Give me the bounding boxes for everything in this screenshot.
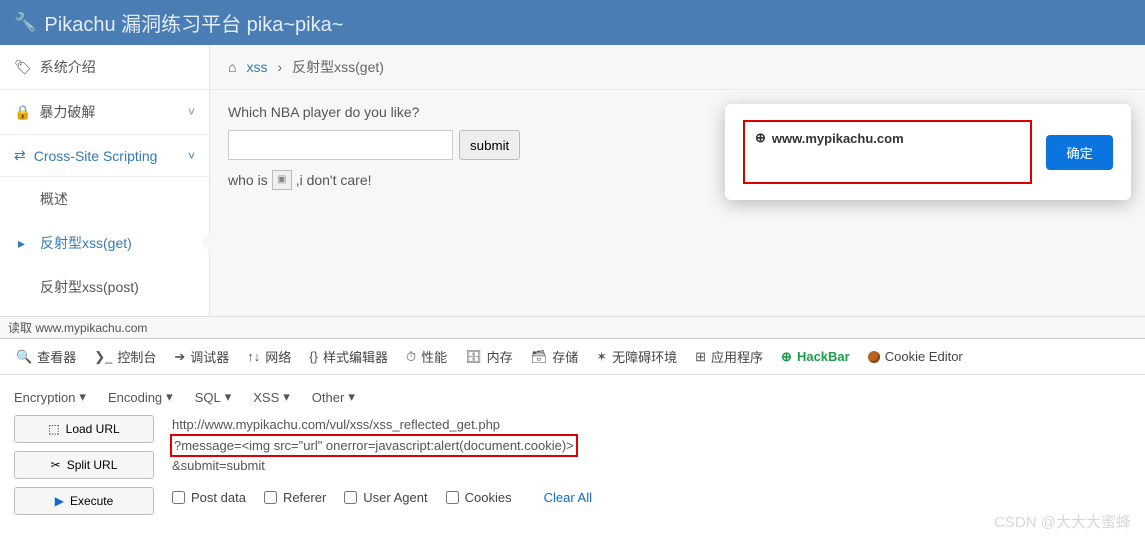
check-useragent[interactable]: User Agent bbox=[344, 490, 427, 505]
load-url-button[interactable]: ⬚Load URL bbox=[14, 415, 154, 443]
inspector-icon: 🔍 bbox=[16, 349, 32, 365]
tab-application[interactable]: ⊞应用程序 bbox=[687, 343, 771, 370]
split-icon: ✂ bbox=[51, 458, 61, 472]
caret-icon: ▾ bbox=[79, 389, 86, 405]
sidebar-sub-overview[interactable]: 概述 bbox=[0, 177, 209, 221]
sidebar-sub-reflected-post[interactable]: 反射型xss(post) bbox=[0, 265, 209, 309]
menu-encryption[interactable]: Encryption ▾ bbox=[14, 389, 86, 405]
url-line-3: &submit=submit bbox=[172, 456, 1131, 476]
sidebar: 🏷系统介绍 🔒暴力破解 ˅ ⇄Cross-Site Scripting ˅ 概述… bbox=[0, 45, 210, 316]
app-icon: ⊞ bbox=[695, 349, 706, 365]
tag-icon: 🏷 bbox=[14, 59, 32, 76]
clear-all-link[interactable]: Clear All bbox=[544, 490, 592, 505]
url-line-1: http://www.mypikachu.com/vul/xss/xss_ref… bbox=[172, 415, 1131, 435]
tab-debugger[interactable]: ➔调试器 bbox=[166, 343, 237, 370]
tab-inspector[interactable]: 🔍查看器 bbox=[8, 343, 84, 370]
alert-message-box: ⊕ www.mypikachu.com bbox=[743, 120, 1032, 184]
style-icon: {} bbox=[309, 349, 318, 364]
cookie-icon bbox=[868, 351, 880, 363]
breadcrumb: ⌂ xss › 反射型xss(get) bbox=[210, 45, 1145, 90]
broken-image-icon: ▣ bbox=[272, 170, 292, 190]
home-icon[interactable]: ⌂ bbox=[228, 59, 236, 75]
sidebar-item-xss[interactable]: ⇄Cross-Site Scripting ˅ bbox=[0, 135, 209, 177]
check-referer[interactable]: Referer bbox=[264, 490, 326, 505]
hackbar-panel: Encryption ▾ Encoding ▾ SQL ▾ XSS ▾ Othe… bbox=[0, 375, 1145, 525]
perf-icon: ⏱ bbox=[406, 349, 416, 365]
sidebar-item-bruteforce[interactable]: 🔒暴力破解 ˅ bbox=[0, 90, 209, 135]
split-url-button[interactable]: ✂Split URL bbox=[14, 451, 154, 479]
tab-cookie-editor[interactable]: Cookie Editor bbox=[860, 345, 971, 368]
xss-icon: ⇄ bbox=[14, 147, 26, 164]
devtools-tabbar: 🔍查看器 ❯_控制台 ➔调试器 ↑↓网络 {}样式编辑器 ⏱性能 🗄内存 🗃存储… bbox=[0, 339, 1145, 375]
breadcrumb-sep: › bbox=[277, 59, 282, 75]
breadcrumb-current: 反射型xss(get) bbox=[292, 57, 384, 77]
check-cookies[interactable]: Cookies bbox=[446, 490, 512, 505]
alert-ok-button[interactable]: 确定 bbox=[1046, 135, 1113, 170]
a11y-icon: ✶ bbox=[596, 349, 607, 365]
caret-icon: ▾ bbox=[225, 389, 232, 405]
load-icon: ⬚ bbox=[48, 422, 59, 436]
chevron-down-icon: ˅ bbox=[188, 149, 195, 163]
tab-style[interactable]: {}样式编辑器 bbox=[301, 343, 396, 370]
breadcrumb-link-xss[interactable]: xss bbox=[246, 59, 267, 75]
sidebar-sub-reflected-get[interactable]: 反射型xss(get) bbox=[0, 221, 209, 265]
menu-other[interactable]: Other ▾ bbox=[312, 389, 355, 405]
app-header: 🔧 Pikachu 漏洞练习平台 pika~pika~ bbox=[0, 0, 1145, 45]
memory-icon: 🗄 bbox=[465, 349, 482, 365]
tab-memory[interactable]: 🗄内存 bbox=[457, 343, 521, 370]
tab-hackbar[interactable]: ⊕HackBar bbox=[773, 345, 858, 369]
tab-storage[interactable]: 🗃存储 bbox=[523, 343, 587, 370]
caret-icon: ▾ bbox=[283, 389, 290, 405]
check-postdata[interactable]: Post data bbox=[172, 490, 246, 505]
debugger-icon: ➔ bbox=[174, 349, 185, 365]
storage-icon: 🗃 bbox=[531, 349, 548, 365]
status-bar: 读取 www.mypikachu.com bbox=[0, 316, 1145, 338]
tab-accessibility[interactable]: ✶无障碍环境 bbox=[588, 343, 685, 370]
menu-sql[interactable]: SQL ▾ bbox=[195, 389, 232, 405]
devtools: 🔍查看器 ❯_控制台 ➔调试器 ↑↓网络 {}样式编辑器 ⏱性能 🗄内存 🗃存储… bbox=[0, 338, 1145, 525]
menu-xss[interactable]: XSS ▾ bbox=[253, 389, 290, 405]
player-input[interactable] bbox=[228, 130, 453, 160]
chevron-down-icon: ˅ bbox=[188, 105, 195, 119]
alert-domain: www.mypikachu.com bbox=[772, 131, 904, 146]
tab-console[interactable]: ❯_控制台 bbox=[86, 343, 164, 370]
tab-network[interactable]: ↑↓网络 bbox=[239, 343, 299, 370]
tab-performance[interactable]: ⏱性能 bbox=[398, 343, 455, 370]
console-icon: ❯_ bbox=[94, 349, 112, 365]
globe-icon: ⊕ bbox=[755, 130, 766, 146]
menu-encoding[interactable]: Encoding ▾ bbox=[108, 389, 173, 405]
alert-dialog: ⊕ www.mypikachu.com 确定 bbox=[725, 104, 1131, 200]
caret-icon: ▾ bbox=[166, 389, 173, 405]
app-title: Pikachu 漏洞练习平台 pika~pika~ bbox=[44, 8, 343, 37]
network-icon: ↑↓ bbox=[247, 349, 260, 364]
url-line-2-highlighted: ?message=<img src="url" onerror=javascri… bbox=[172, 436, 576, 456]
key-icon: 🔧 bbox=[14, 12, 36, 33]
hackbar-icon: ⊕ bbox=[781, 349, 792, 365]
execute-icon: ▶ bbox=[55, 494, 64, 508]
sidebar-item-intro[interactable]: 🏷系统介绍 bbox=[0, 45, 209, 90]
submit-button[interactable]: submit bbox=[459, 130, 520, 160]
lock-icon: 🔒 bbox=[14, 104, 31, 121]
url-textarea[interactable]: http://www.mypikachu.com/vul/xss/xss_ref… bbox=[172, 415, 1131, 515]
hackbar-menus: Encryption ▾ Encoding ▾ SQL ▾ XSS ▾ Othe… bbox=[14, 385, 1131, 415]
caret-icon: ▾ bbox=[348, 389, 355, 405]
execute-button[interactable]: ▶Execute bbox=[14, 487, 154, 515]
